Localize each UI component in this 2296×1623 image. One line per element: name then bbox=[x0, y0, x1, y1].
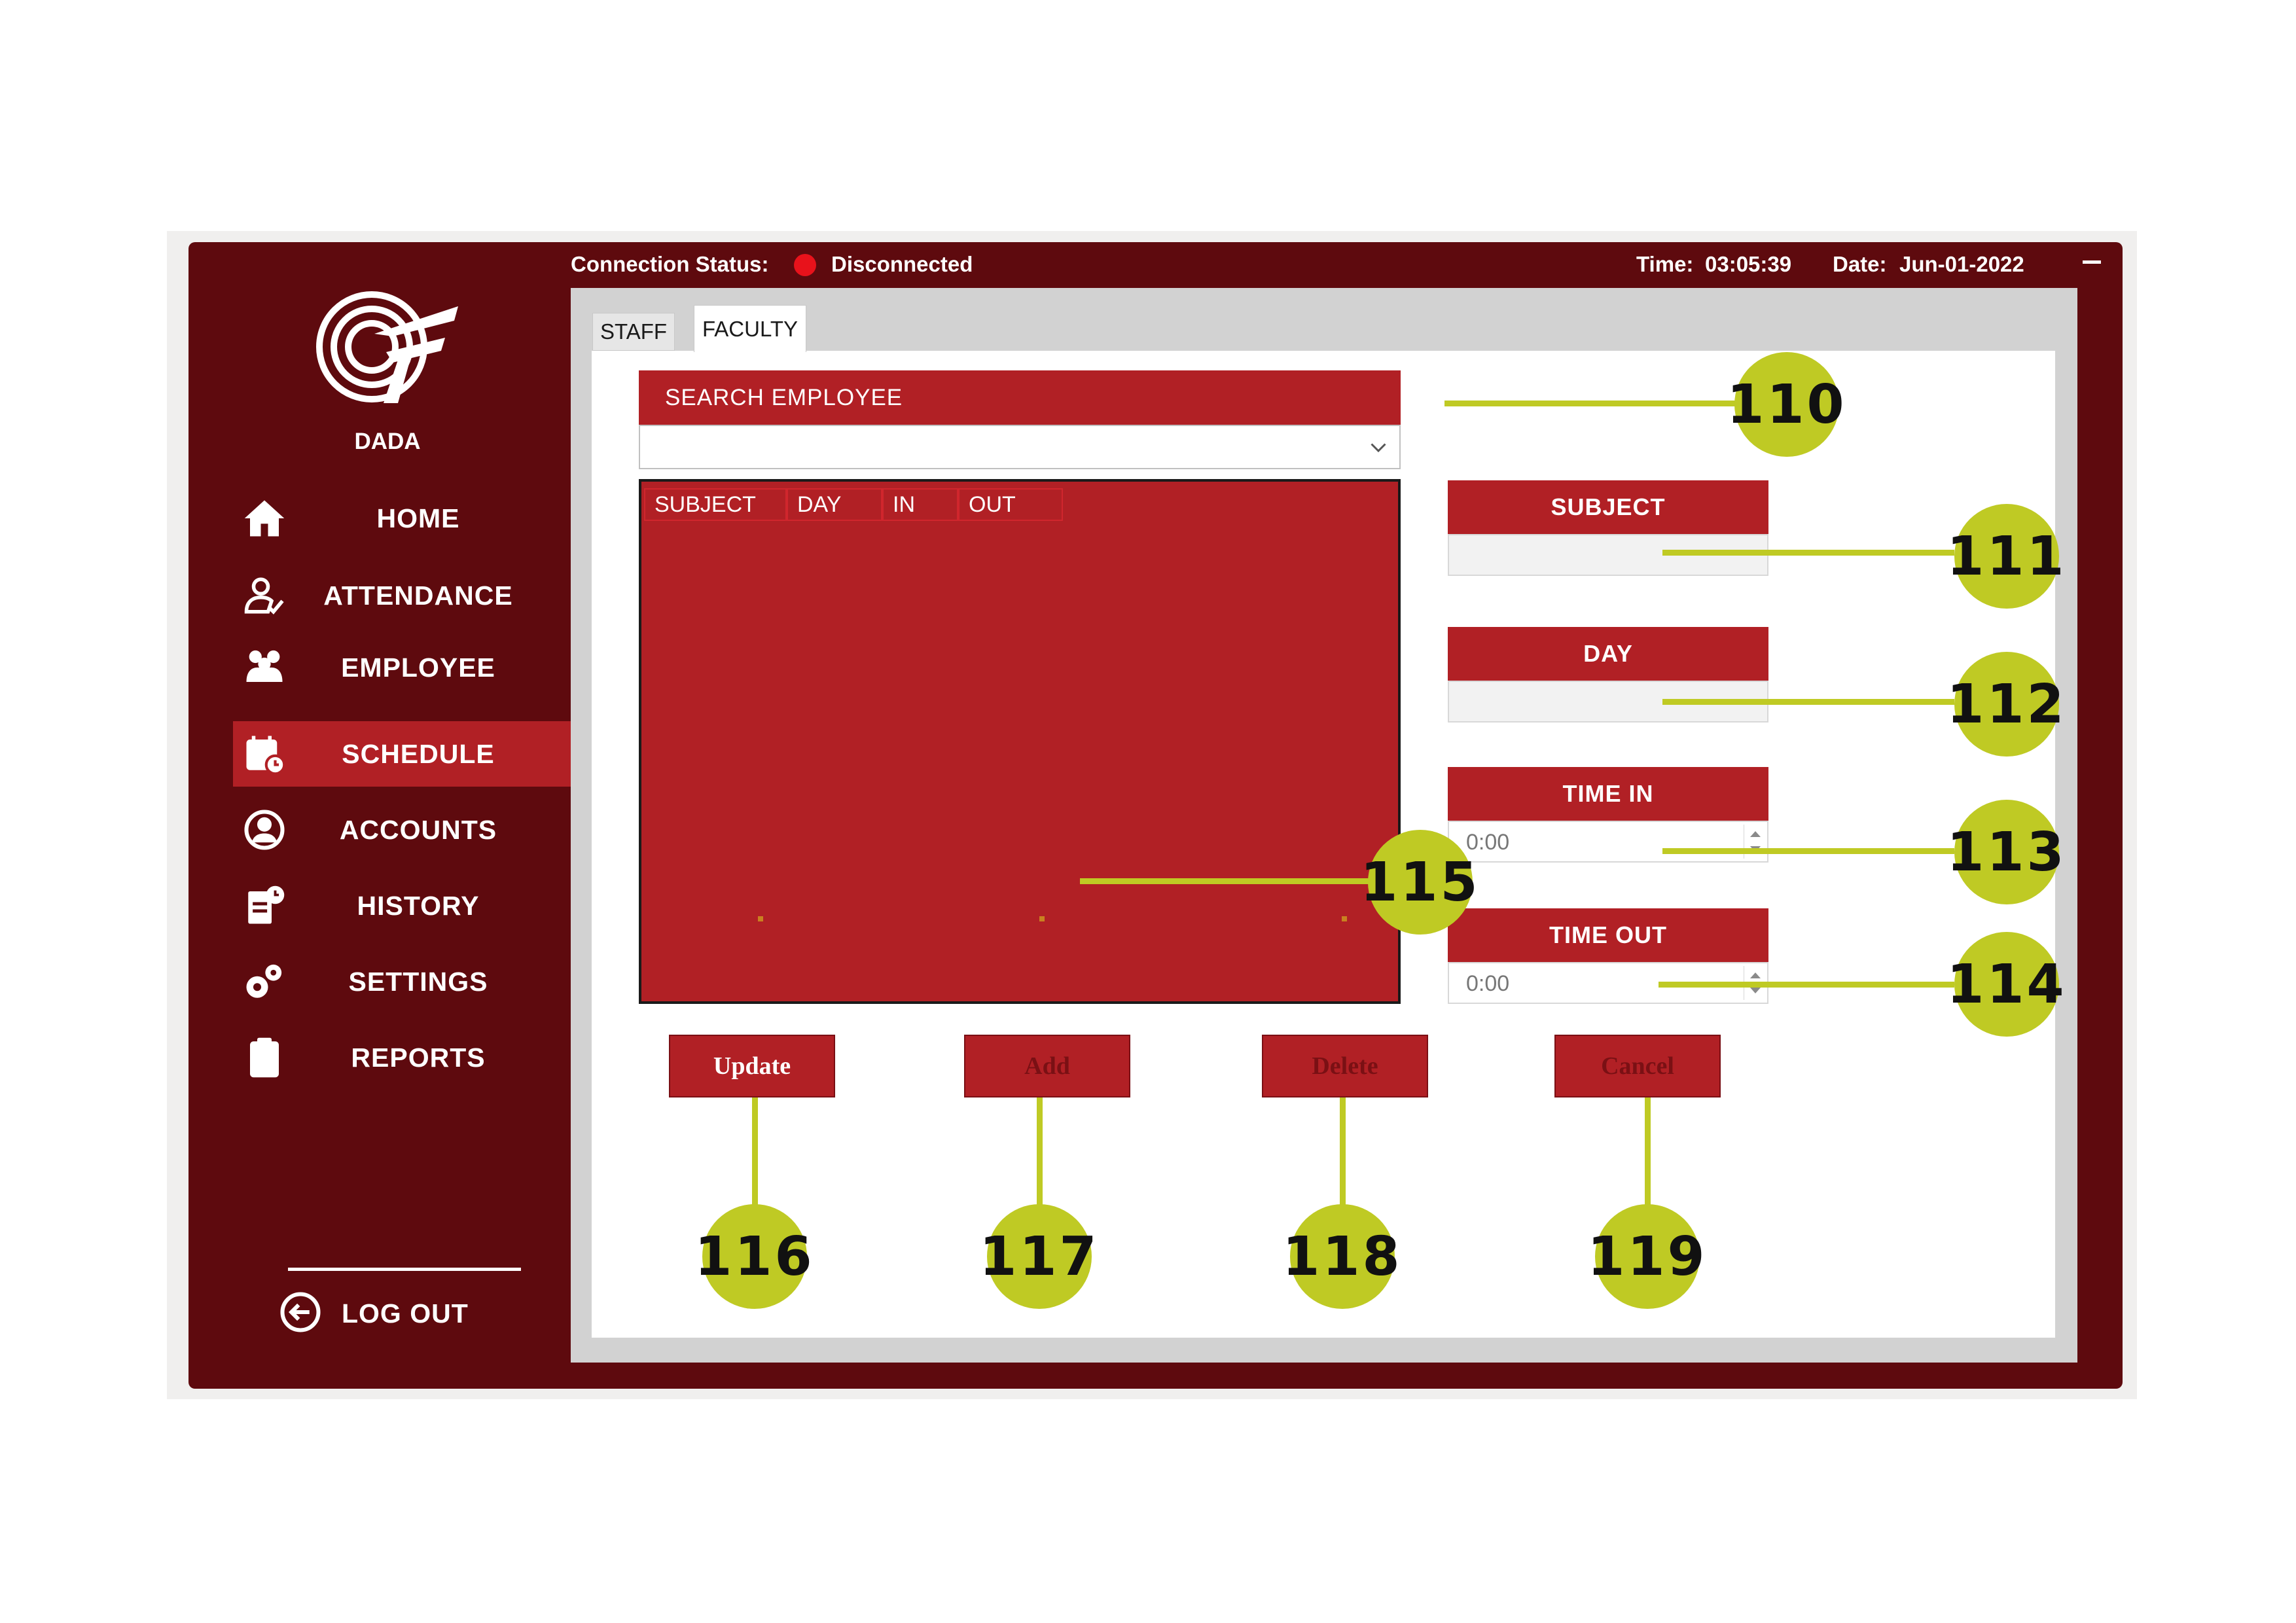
sidebar-divider bbox=[288, 1268, 521, 1271]
schedule-icon bbox=[238, 728, 291, 780]
add-button[interactable]: Add bbox=[964, 1035, 1130, 1097]
callout-leader bbox=[1645, 1097, 1651, 1222]
callout-115: 115 bbox=[1360, 830, 1478, 935]
sidebar-item-label: EMPLOYEE bbox=[341, 652, 495, 683]
callout-leader bbox=[1340, 1097, 1346, 1222]
logout-label: LOG OUT bbox=[342, 1298, 469, 1329]
sidebar-item-label: SCHEDULE bbox=[342, 738, 495, 769]
schedule-grid[interactable]: SUBJECT DAY IN OUT bbox=[639, 479, 1401, 1004]
callout-117: 117 bbox=[979, 1204, 1097, 1309]
time-in-input[interactable]: 0:00 bbox=[1448, 821, 1768, 863]
sidebar-item-label: SETTINGS bbox=[348, 966, 488, 997]
connection-status-indicator bbox=[794, 254, 816, 276]
callout-leader bbox=[1037, 1097, 1043, 1222]
logo-icon bbox=[316, 291, 458, 403]
time-value: 03:05:39 bbox=[1705, 252, 1792, 276]
callout-leader bbox=[1444, 401, 1740, 406]
cancel-button[interactable]: Cancel bbox=[1554, 1035, 1721, 1097]
callout-119: 119 bbox=[1587, 1204, 1705, 1309]
sidebar-item-reports[interactable]: REPORTS bbox=[233, 1025, 571, 1090]
callout-leader bbox=[752, 1097, 758, 1222]
column-header-subject[interactable]: SUBJECT bbox=[644, 488, 787, 521]
grid-marker bbox=[1039, 916, 1045, 921]
sidebar-item-label: ACCOUNTS bbox=[339, 814, 497, 845]
sidebar-item-label: HISTORY bbox=[357, 890, 480, 921]
grid-marker bbox=[1342, 916, 1347, 921]
tab-faculty[interactable]: FACULTY bbox=[694, 305, 806, 352]
date-value: Jun-01-2022 bbox=[1899, 252, 2024, 276]
callout-111: 111 bbox=[1946, 504, 2064, 609]
update-button[interactable]: Update bbox=[669, 1035, 835, 1097]
time-out-header: TIME OUT bbox=[1448, 908, 1768, 962]
search-employee-dropdown[interactable] bbox=[639, 425, 1401, 469]
callout-leader bbox=[1662, 699, 1954, 705]
sidebar-item-schedule[interactable]: SCHEDULE bbox=[233, 721, 571, 787]
callout-116: 116 bbox=[694, 1204, 812, 1309]
history-icon bbox=[238, 880, 291, 932]
sidebar-item-label: REPORTS bbox=[351, 1042, 486, 1073]
sidebar-item-history[interactable]: HISTORY bbox=[233, 873, 571, 938]
date-label: Date: bbox=[1833, 252, 1887, 276]
search-employee-header: SEARCH EMPLOYEE bbox=[639, 370, 1401, 425]
callout-leader bbox=[1659, 982, 1954, 988]
callout-leader bbox=[1080, 878, 1378, 884]
settings-icon bbox=[238, 955, 291, 1008]
page: DADA HOME ATTENDANCE EMPLOYEE SCHEDULE A… bbox=[0, 0, 2296, 1623]
chevron-down-icon bbox=[1371, 443, 1386, 453]
callout-118: 118 bbox=[1282, 1204, 1400, 1309]
time-in-header: TIME IN bbox=[1448, 767, 1768, 821]
brand-name: DADA bbox=[354, 429, 421, 454]
callout-leader bbox=[1662, 848, 1954, 854]
column-header-out[interactable]: OUT bbox=[958, 488, 1063, 521]
sidebar-item-label: HOME bbox=[376, 503, 460, 533]
sidebar-item-attendance[interactable]: ATTENDANCE bbox=[233, 563, 571, 628]
attendance-icon bbox=[238, 569, 291, 622]
logout-icon bbox=[280, 1292, 321, 1332]
minimize-button[interactable] bbox=[2083, 260, 2101, 264]
callout-112: 112 bbox=[1946, 652, 2064, 757]
column-header-in[interactable]: IN bbox=[882, 488, 958, 521]
time-label: Time: bbox=[1636, 252, 1694, 276]
grid-marker bbox=[758, 916, 763, 921]
connection-status-label: Connection Status: bbox=[571, 252, 769, 276]
tab-staff[interactable]: STAFF bbox=[592, 313, 675, 351]
callout-110: 110 bbox=[1727, 352, 1844, 457]
home-icon bbox=[238, 492, 291, 544]
reports-icon bbox=[238, 1031, 291, 1084]
sidebar-item-settings[interactable]: SETTINGS bbox=[233, 949, 571, 1014]
delete-button[interactable]: Delete bbox=[1262, 1035, 1428, 1097]
day-header: DAY bbox=[1448, 627, 1768, 681]
time-out-value: 0:00 bbox=[1466, 971, 1510, 996]
column-header-day[interactable]: DAY bbox=[787, 488, 882, 521]
callout-leader bbox=[1662, 550, 1954, 556]
sidebar-item-employee[interactable]: EMPLOYEE bbox=[233, 635, 571, 700]
connection-status-value: Disconnected bbox=[831, 252, 973, 276]
subject-header: SUBJECT bbox=[1448, 480, 1768, 534]
employee-icon bbox=[238, 641, 291, 694]
accounts-icon bbox=[238, 804, 291, 856]
logout-button[interactable]: LOG OUT bbox=[275, 1283, 524, 1342]
callout-113: 113 bbox=[1946, 800, 2064, 904]
sidebar-item-accounts[interactable]: ACCOUNTS bbox=[233, 797, 571, 863]
sidebar-item-label: ATTENDANCE bbox=[323, 580, 513, 611]
callout-114: 114 bbox=[1946, 932, 2064, 1037]
sidebar-item-home[interactable]: HOME bbox=[233, 486, 571, 551]
